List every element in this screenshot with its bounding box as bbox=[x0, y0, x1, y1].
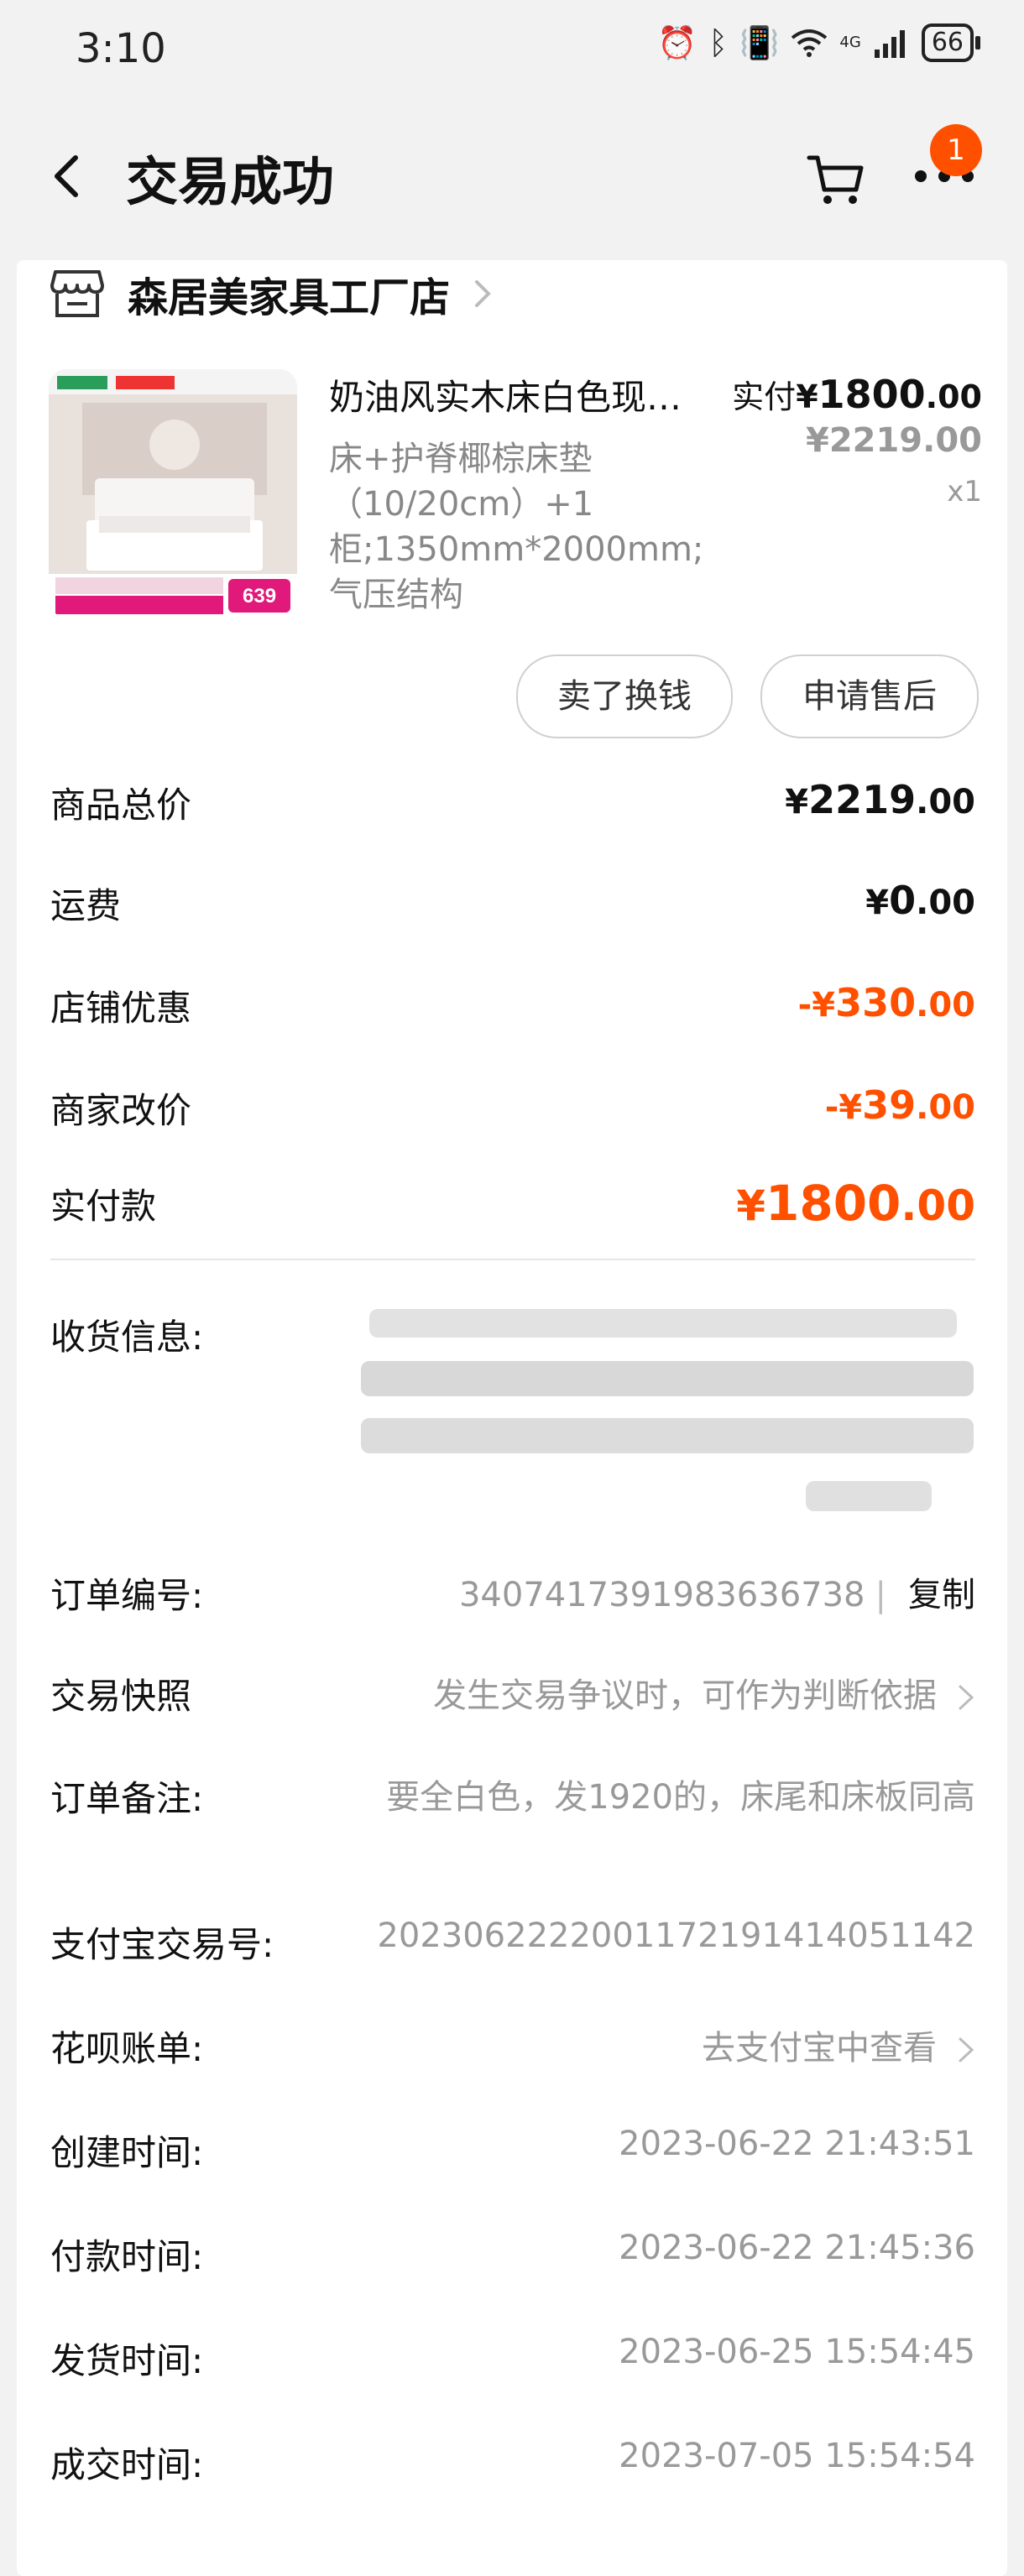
order-number-row: 订单编号: 3407417391983636738 | 复制 bbox=[50, 1567, 975, 1619]
goods-total-amount: ¥2219.00 bbox=[785, 777, 975, 822]
merchant-adjust-amount: -¥39.00 bbox=[824, 1082, 975, 1128]
created-time-value: 2023-06-22 21:43:51 bbox=[619, 2125, 975, 2163]
goods-total-label: 商品总价 bbox=[50, 785, 192, 826]
alipay-value: 2023062222001172191414051142 bbox=[377, 1916, 975, 1955]
network-type: 4G bbox=[839, 34, 861, 51]
status-bar: 3:10 ⏰ ᛒ 📳 4G 66 bbox=[0, 0, 1024, 101]
created-time-row: 创建时间: 2023-06-22 21:43:51 bbox=[50, 2125, 975, 2176]
product-quantity: x1 bbox=[947, 475, 982, 508]
paid-total-amount: ¥1800.00 bbox=[736, 1175, 975, 1232]
orig-int: 2219 bbox=[828, 421, 923, 460]
status-icons: ⏰ ᛒ 📳 4G 66 bbox=[656, 23, 981, 62]
remark-value: 要全白色，发1920的，床尾和床板同高 bbox=[386, 1778, 975, 1817]
notification-badge: 1 bbox=[930, 124, 982, 176]
paid-total-label: 实付款 bbox=[50, 1185, 157, 1227]
bluetooth-icon: ᛒ bbox=[708, 24, 729, 61]
cart-icon[interactable] bbox=[806, 149, 866, 210]
summary-merchant-adjust: 商家改价 -¥39.00 bbox=[50, 1082, 975, 1134]
store-icon bbox=[50, 270, 104, 317]
alarm-icon: ⏰ bbox=[656, 23, 697, 61]
shop-discount-label: 店铺优惠 bbox=[50, 988, 192, 1029]
sell-button[interactable]: 卖了换钱 bbox=[516, 654, 733, 738]
closed-time-value: 2023-07-05 15:54:54 bbox=[619, 2437, 975, 2475]
page-title: 交易成功 bbox=[126, 151, 335, 212]
signal-icon bbox=[874, 30, 905, 58]
shipped-time-row: 发货时间: 2023-06-25 15:54:45 bbox=[50, 2333, 975, 2384]
huabei-row[interactable]: 花呗账单: 去支付宝中查看 bbox=[50, 2021, 975, 2072]
alipay-label: 支付宝交易号: bbox=[50, 1924, 274, 1965]
vibrate-icon: 📳 bbox=[739, 23, 780, 61]
closed-time-label: 成交时间: bbox=[50, 2444, 204, 2485]
orig-currency: ¥ bbox=[805, 421, 829, 460]
copy-button[interactable]: 复制 bbox=[908, 1576, 975, 1614]
nav-bar: 交易成功 1 bbox=[0, 101, 1024, 252]
product-title[interactable]: 奶油风实木床白色现… bbox=[329, 369, 740, 420]
snapshot-value: 发生交易争议时，可作为判断依据 bbox=[433, 1676, 937, 1715]
merchant-adjust-label: 商家改价 bbox=[50, 1090, 192, 1131]
shop-discount-amount: -¥330.00 bbox=[797, 980, 975, 1025]
shipped-time-label: 发货时间: bbox=[50, 2340, 204, 2381]
wifi-icon bbox=[792, 29, 828, 57]
receiver-info-blurred bbox=[361, 1309, 974, 1511]
paid-currency: ¥ bbox=[796, 378, 818, 415]
closed-time-row: 成交时间: 2023-07-05 15:54:54 bbox=[50, 2437, 975, 2488]
battery-indicator: 66 bbox=[921, 23, 981, 62]
shipping-label: 运费 bbox=[50, 885, 122, 926]
shop-name: 森居美家具工厂店 bbox=[128, 274, 451, 321]
snapshot-row[interactable]: 交易快照 发生交易争议时，可作为判断依据 bbox=[50, 1668, 975, 1719]
paid-time-value: 2023-06-22 21:45:36 bbox=[619, 2229, 975, 2267]
remark-row: 订单备注: 要全白色，发1920的，床尾和床板同高 bbox=[50, 1770, 975, 1824]
image-price: 639 bbox=[243, 585, 276, 607]
divider bbox=[50, 1259, 975, 1260]
status-time: 3:10 bbox=[76, 25, 166, 72]
product-paid-price: 实付¥1800.00 bbox=[732, 371, 982, 417]
order-number-label: 订单编号: bbox=[50, 1575, 204, 1616]
product-image[interactable]: 639 bbox=[49, 369, 297, 618]
product-original-price: ¥2219.00 bbox=[806, 421, 982, 460]
alipay-row: 支付宝交易号: 2023062222001172191414051142 bbox=[50, 1916, 975, 1968]
order-number-value: 3407417391983636738 bbox=[458, 1576, 865, 1614]
chevron-right-icon bbox=[475, 280, 491, 307]
paid-label: 实付 bbox=[732, 378, 797, 415]
summary-shipping: 运费 ¥0.00 bbox=[50, 878, 975, 929]
paid-time-row: 付款时间: 2023-06-22 21:45:36 bbox=[50, 2229, 975, 2280]
summary-goods-total: 商品总价 ¥2219.00 bbox=[50, 777, 975, 828]
remark-label: 订单备注: bbox=[50, 1778, 204, 1819]
shop-row[interactable]: 森居美家具工厂店 bbox=[50, 260, 495, 327]
summary-paid-total: 实付款 ¥1800.00 bbox=[50, 1175, 975, 1232]
summary-shop-discount: 店铺优惠 -¥330.00 bbox=[50, 980, 975, 1031]
huabei-value: 去支付宝中查看 bbox=[702, 2029, 937, 2068]
huabei-label: 花呗账单: bbox=[50, 2028, 204, 2069]
created-time-label: 创建时间: bbox=[50, 2132, 204, 2173]
product-spec: 床+护脊椰棕床垫（10/20cm）+1柜;1350mm*2000mm;气压结构 bbox=[329, 440, 704, 614]
chevron-right-icon bbox=[959, 1685, 974, 1710]
shipped-time-value: 2023-06-25 15:54:45 bbox=[619, 2333, 975, 2371]
receiver-label: 收货信息: bbox=[50, 1317, 204, 1358]
chevron-right-icon bbox=[959, 2037, 974, 2062]
orig-dec: .00 bbox=[922, 421, 982, 460]
paid-dec: .00 bbox=[925, 378, 982, 415]
paid-time-label: 付款时间: bbox=[50, 2236, 204, 2277]
back-icon[interactable] bbox=[42, 151, 92, 201]
snapshot-label: 交易快照 bbox=[50, 1676, 192, 1717]
order-card: 森居美家具工厂店 639 奶油风实木床白色现… 床+护脊椰棕床垫（10/20cm… bbox=[17, 260, 1007, 2576]
paid-int: 1800 bbox=[818, 372, 926, 417]
shipping-amount: ¥0.00 bbox=[865, 878, 975, 923]
after-sale-button[interactable]: 申请售后 bbox=[760, 654, 979, 738]
